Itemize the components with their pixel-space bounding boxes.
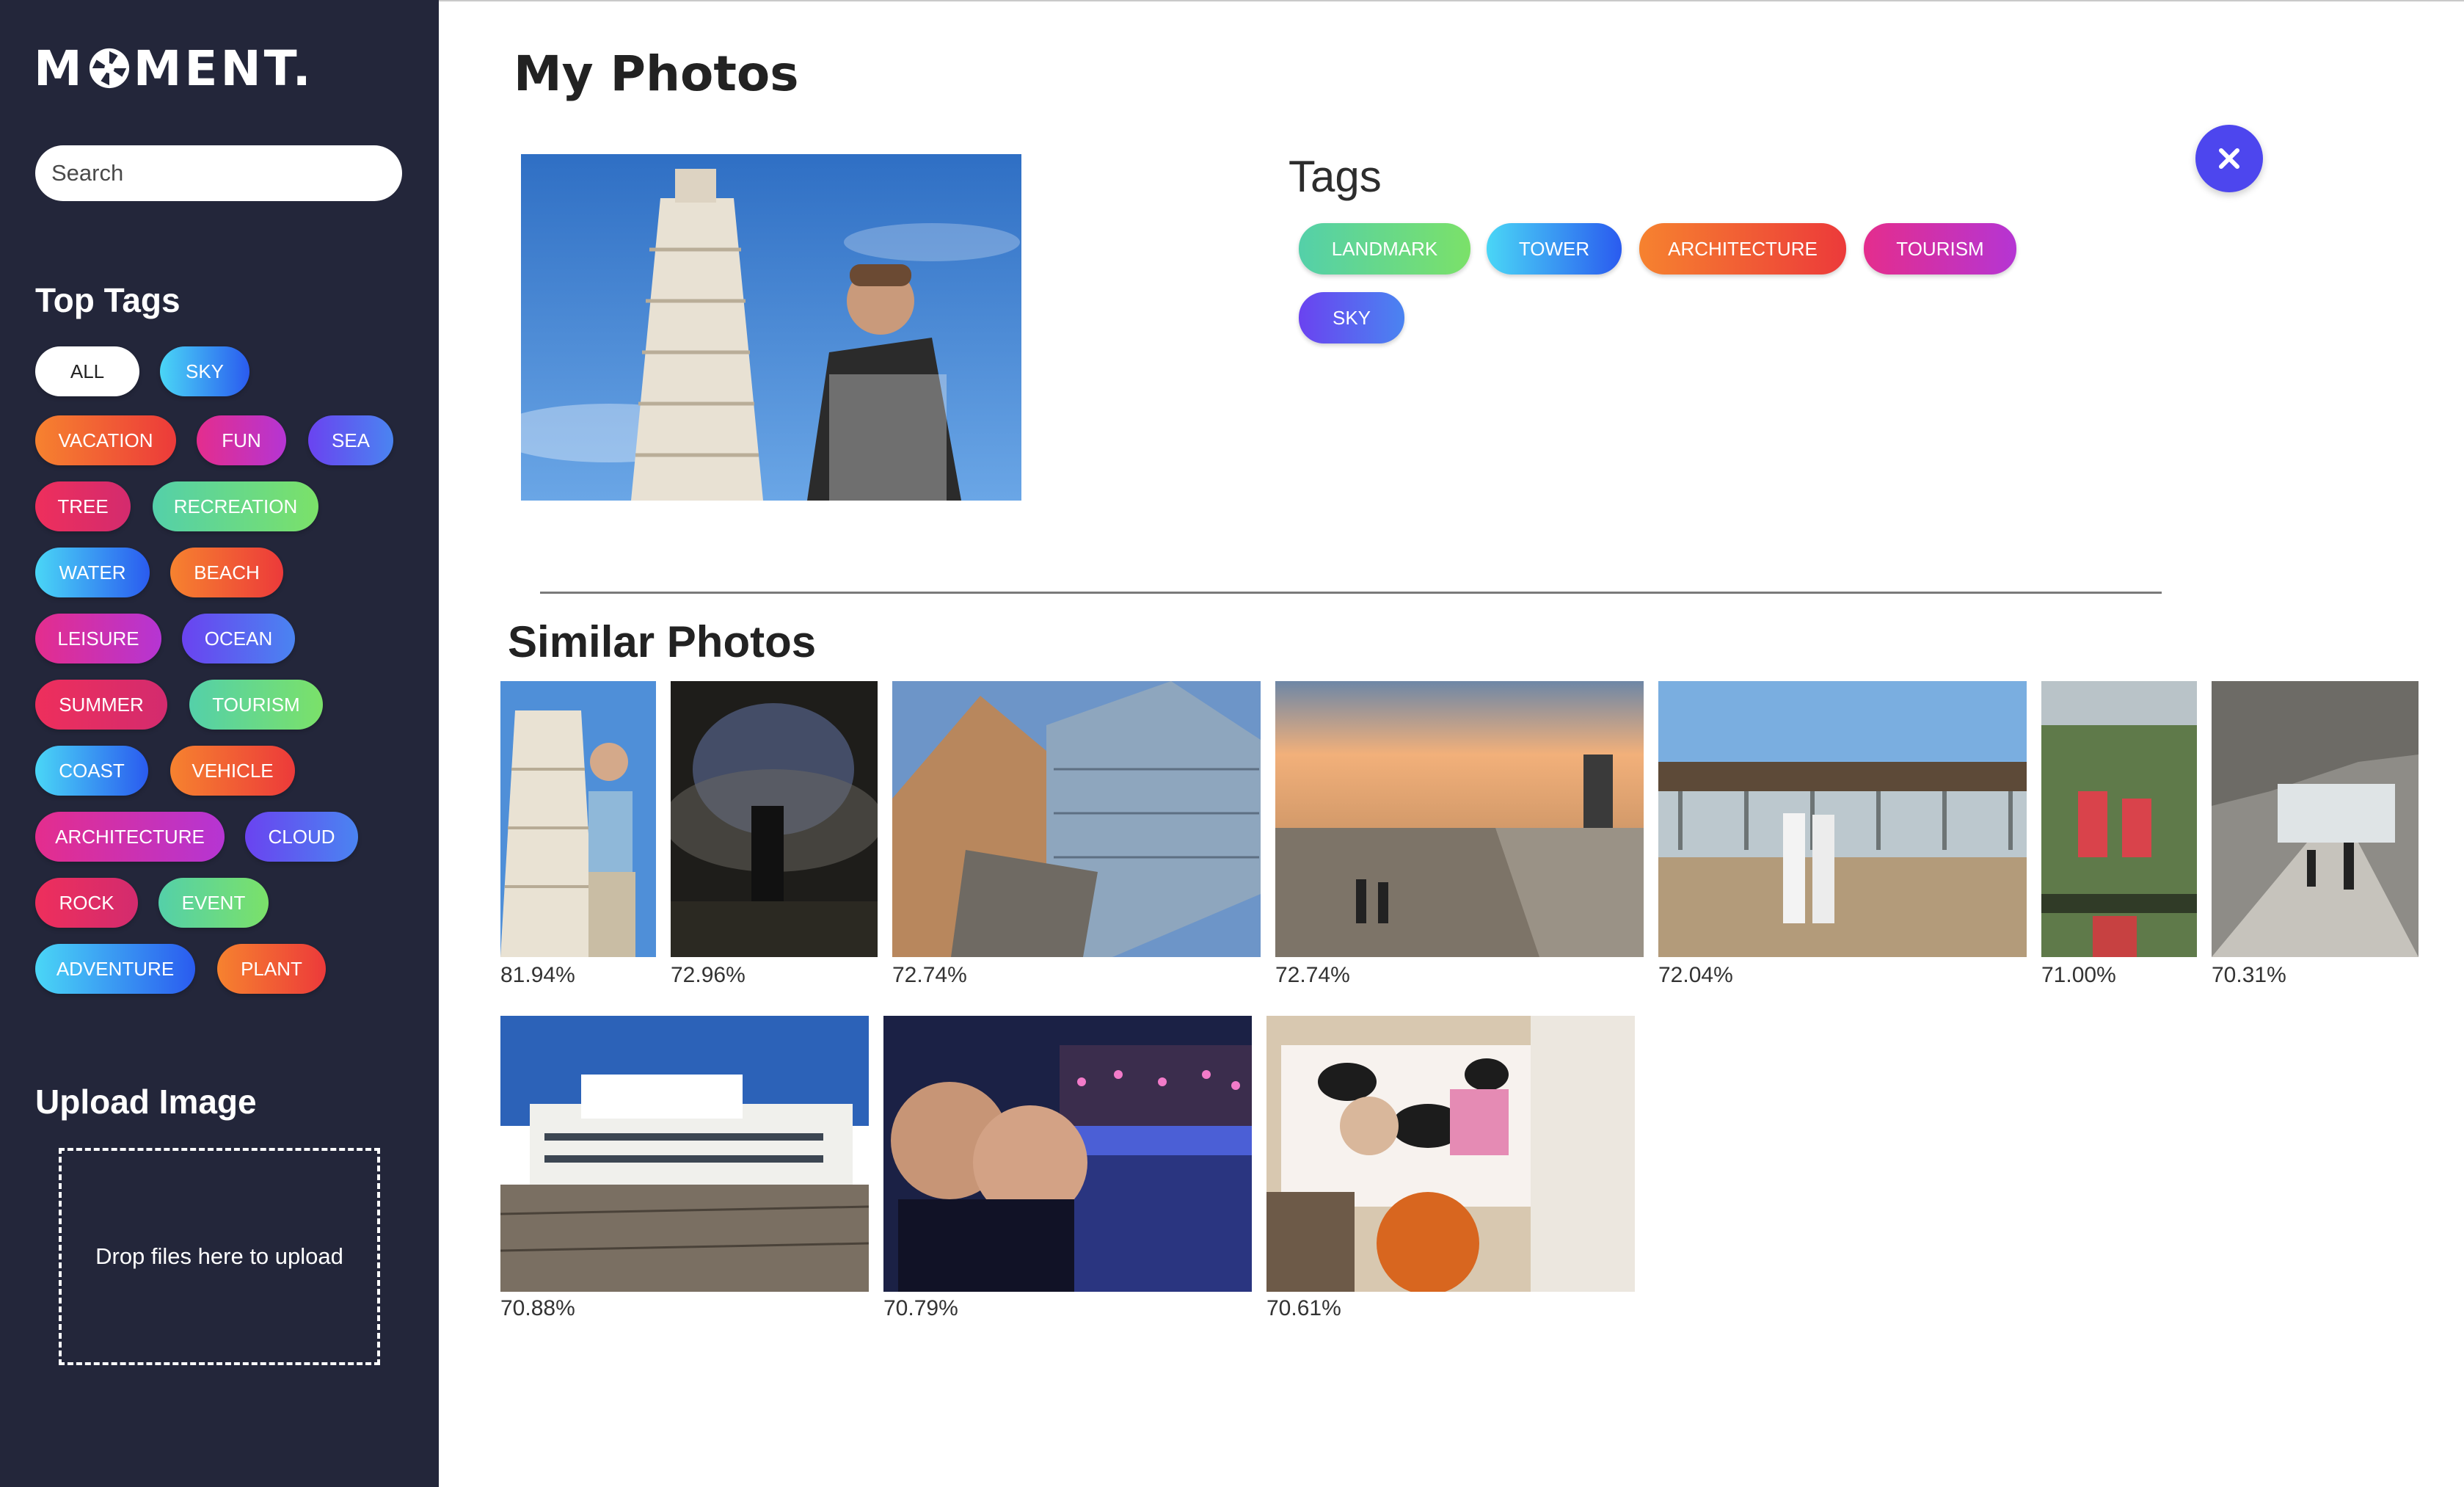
tag-recreation[interactable]: RECREATION [153, 481, 318, 531]
similarity-score: 70.88% [500, 1296, 575, 1320]
similarity-score: 81.94% [500, 963, 575, 987]
similarity-score: 70.61% [1266, 1296, 1341, 1320]
tag-event[interactable]: EVENT [158, 878, 269, 928]
tags-title: Tags [1289, 152, 1382, 201]
similar-photo[interactable] [671, 681, 878, 957]
similarity-score: 70.79% [883, 1296, 958, 1320]
similar-photo[interactable] [892, 681, 1261, 957]
tag-rock[interactable]: ROCK [35, 878, 138, 928]
tag-vehicle[interactable]: VEHICLE [170, 746, 295, 796]
similar-photo[interactable] [500, 1016, 869, 1292]
tag-plant[interactable]: PLANT [217, 944, 326, 994]
tag-architecture[interactable]: ARCHITECTURE [35, 812, 225, 862]
sidebar: M MENT. Top Tags ALL SKY VACATION FUN SE… [0, 0, 439, 1487]
upload-title: Upload Image [35, 1083, 257, 1121]
tag-beach[interactable]: BEACH [170, 548, 283, 597]
brand-logo-left: M [34, 40, 85, 97]
similarity-score: 71.00% [2041, 963, 2116, 987]
tag-ocean[interactable]: OCEAN [182, 614, 295, 663]
tag-summer[interactable]: SUMMER [35, 680, 167, 730]
photo-tag-tower[interactable]: TOWER [1487, 223, 1622, 275]
brand-logo[interactable]: M MENT. [34, 40, 314, 97]
tag-vacation[interactable]: VACATION [35, 415, 176, 465]
top-border [439, 0, 2464, 1]
page-title: My Photos [514, 46, 799, 102]
photo-tag-architecture[interactable]: ARCHITECTURE [1639, 223, 1846, 275]
tag-fun[interactable]: FUN [197, 415, 286, 465]
close-icon [2219, 148, 2239, 169]
tag-leisure[interactable]: LEISURE [35, 614, 161, 663]
tag-tree[interactable]: TREE [35, 481, 131, 531]
similar-photo[interactable] [1275, 681, 1644, 957]
selected-photo [521, 154, 1021, 501]
tag-tourism[interactable]: TOURISM [189, 680, 323, 730]
similarity-score: 72.96% [671, 963, 746, 987]
search-input[interactable] [35, 145, 402, 201]
photo-tag-tourism[interactable]: TOURISM [1864, 223, 2016, 275]
similar-photos-title: Similar Photos [508, 617, 817, 666]
similarity-score: 72.04% [1658, 963, 1733, 987]
similarity-score: 72.74% [1275, 963, 1350, 987]
similar-photo[interactable] [500, 681, 656, 957]
tag-cloud[interactable]: CLOUD [245, 812, 358, 862]
aperture-icon [88, 47, 131, 90]
tag-sky[interactable]: SKY [160, 346, 249, 396]
tag-sea[interactable]: SEA [308, 415, 393, 465]
close-button[interactable] [2195, 125, 2263, 192]
similar-photo[interactable] [883, 1016, 1252, 1292]
similar-photo[interactable] [2212, 681, 2419, 957]
upload-dropzone[interactable]: Drop files here to upload [59, 1148, 380, 1365]
similar-photo[interactable] [1266, 1016, 1635, 1292]
top-tags-title: Top Tags [35, 281, 181, 319]
similarity-score: 72.74% [892, 963, 967, 987]
tag-water[interactable]: WATER [35, 548, 150, 597]
similar-photo[interactable] [1658, 681, 2027, 957]
tag-all[interactable]: ALL [35, 346, 139, 396]
similar-photo[interactable] [2041, 681, 2197, 957]
brand-logo-right: MENT. [133, 40, 314, 97]
dropzone-label: Drop files here to upload [95, 1243, 343, 1269]
photo-tag-sky[interactable]: SKY [1299, 292, 1404, 343]
section-divider [540, 592, 2162, 594]
tag-coast[interactable]: COAST [35, 746, 148, 796]
tag-adventure[interactable]: ADVENTURE [35, 944, 195, 994]
similarity-score: 70.31% [2212, 963, 2286, 987]
photo-tag-landmark[interactable]: LANDMARK [1299, 223, 1470, 275]
